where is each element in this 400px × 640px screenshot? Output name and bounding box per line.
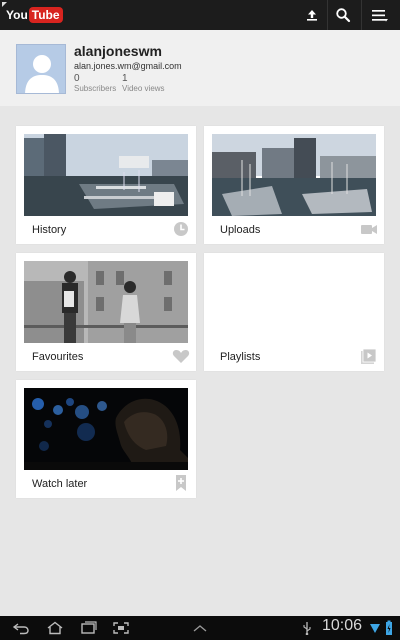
menu-icon bbox=[372, 10, 388, 22]
tile-uploads[interactable]: Uploads bbox=[204, 126, 384, 244]
action-bar: You Tube bbox=[0, 0, 400, 30]
clock-icon bbox=[174, 222, 188, 236]
tile-playlists-icon-wrap bbox=[360, 347, 378, 365]
avatar[interactable] bbox=[16, 44, 66, 94]
tile-watch-later[interactable]: Watch later bbox=[16, 380, 196, 498]
video-views-stat: 1 Video views bbox=[122, 73, 165, 93]
usb-icon bbox=[303, 622, 311, 635]
video-views-label: Video views bbox=[122, 84, 165, 93]
playlist-icon bbox=[361, 348, 377, 364]
tile-uploads-label: Uploads bbox=[220, 224, 261, 236]
home-button[interactable] bbox=[44, 618, 66, 638]
overflow-menu-button[interactable] bbox=[369, 5, 391, 25]
subscribers-label: Subscribers bbox=[74, 84, 117, 93]
logo-you-text: You bbox=[6, 8, 28, 22]
screenshot-button[interactable] bbox=[110, 618, 132, 638]
subscribers-stat: 0 Subscribers bbox=[74, 73, 116, 93]
subscribers-count: 0 bbox=[74, 73, 80, 84]
battery-icon bbox=[386, 620, 392, 635]
video-camera-icon bbox=[361, 225, 377, 234]
tile-watch-later-label: Watch later bbox=[32, 478, 88, 490]
home-icon bbox=[47, 621, 63, 635]
tile-watch-later-icon-wrap bbox=[172, 474, 190, 492]
channel-username: alanjoneswm bbox=[74, 43, 162, 59]
search-button[interactable] bbox=[332, 5, 354, 25]
expand-button[interactable] bbox=[189, 618, 211, 638]
account-email: alan.jones.wm@gmail.com bbox=[74, 61, 182, 71]
tile-history-label: History bbox=[32, 224, 67, 236]
wifi-indicator bbox=[369, 618, 381, 638]
upload-button[interactable] bbox=[301, 5, 323, 25]
tile-history-icon-wrap bbox=[172, 220, 190, 238]
default-avatar-icon bbox=[17, 45, 65, 93]
wifi-icon bbox=[370, 624, 380, 633]
tile-favourites-label: Favourites bbox=[32, 351, 84, 363]
chevron-up-icon bbox=[193, 625, 207, 632]
tile-favourites-icon-wrap bbox=[172, 347, 190, 365]
menu-indicator-icon bbox=[2, 2, 7, 7]
watch-later-thumbnail bbox=[24, 388, 188, 470]
status-clock: 10:06 bbox=[322, 617, 363, 634]
screenshot-icon bbox=[113, 622, 129, 634]
action-divider bbox=[361, 0, 362, 30]
heart-icon bbox=[172, 350, 190, 363]
tile-history[interactable]: History bbox=[16, 126, 196, 244]
recent-apps-button[interactable] bbox=[78, 618, 100, 638]
tile-favourites[interactable]: Favourites bbox=[16, 253, 196, 371]
recent-apps-icon bbox=[81, 621, 97, 634]
action-divider bbox=[327, 0, 328, 30]
history-thumbnail bbox=[24, 134, 188, 216]
battery-indicator bbox=[382, 618, 396, 638]
profile-header: alanjoneswm alan.jones.wm@gmail.com 0 Su… bbox=[0, 30, 400, 106]
usb-indicator bbox=[299, 618, 315, 638]
video-views-count: 1 bbox=[122, 73, 128, 84]
upload-icon bbox=[307, 10, 317, 21]
system-nav-bar: 10:06 bbox=[0, 616, 400, 640]
logo-tube-text: Tube bbox=[28, 7, 63, 23]
favourites-thumbnail bbox=[24, 261, 188, 343]
bookmark-add-icon bbox=[176, 475, 186, 491]
tile-playlists[interactable]: Playlists bbox=[204, 253, 384, 371]
back-icon bbox=[12, 623, 29, 635]
youtube-logo[interactable]: You Tube bbox=[2, 2, 63, 24]
uploads-thumbnail bbox=[212, 134, 376, 216]
back-button[interactable] bbox=[10, 618, 32, 638]
tile-playlists-label: Playlists bbox=[220, 351, 261, 363]
search-icon bbox=[336, 8, 351, 23]
tile-uploads-icon-wrap bbox=[360, 220, 378, 238]
